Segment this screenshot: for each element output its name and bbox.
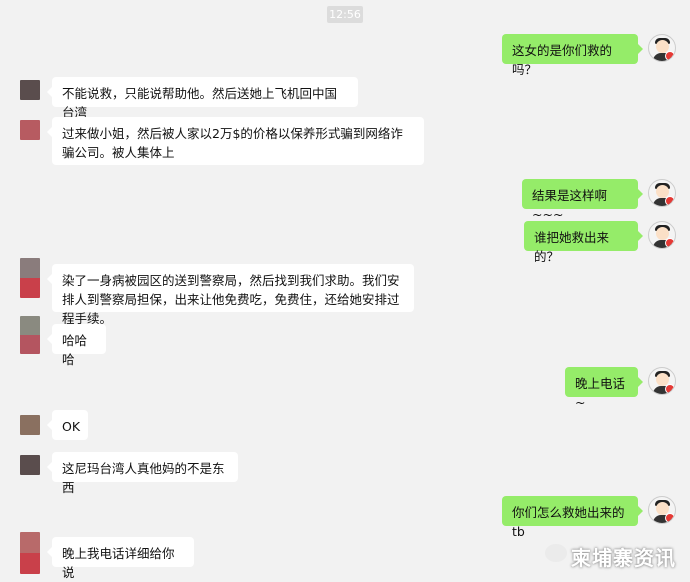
message-text: 染了一身病被园区的送到警察局，然后找到我们求助。我们安排人到警察局担保，出来让他… xyxy=(62,273,400,326)
user-avatar[interactable] xyxy=(648,367,676,395)
message-received[interactable]: 过来做小姐，然后被人家以2万$的价格以保养形式骗到网络诈骗公司。被人集体上 xyxy=(47,117,424,165)
contact-avatar[interactable] xyxy=(20,120,40,140)
message-text: 这女的是你们救的吗？ xyxy=(512,43,613,77)
contact-avatar[interactable] xyxy=(20,455,40,475)
message-sent[interactable]: 你们怎么救她出来的tb xyxy=(502,496,643,539)
contact-avatar[interactable] xyxy=(20,80,40,100)
message-text: 哈哈哈 xyxy=(62,333,88,367)
message-text: 这尼玛台湾人真他妈的不是东西 xyxy=(62,461,225,495)
user-avatar[interactable] xyxy=(648,179,676,207)
contact-avatar[interactable] xyxy=(20,532,40,574)
message-text: 不能说救，只能说帮助他。然后送她上飞机回中国台湾 xyxy=(62,86,338,120)
user-avatar[interactable] xyxy=(648,496,676,524)
message-text: 你们怎么救她出来的tb xyxy=(512,505,625,539)
message-received[interactable]: OK xyxy=(47,410,88,440)
message-received[interactable]: 晚上我电话详细给你说 xyxy=(47,537,194,580)
message-sent[interactable]: 谁把她救出来的？ xyxy=(524,221,643,264)
message-text: OK xyxy=(62,419,81,434)
message-received[interactable]: 染了一身病被园区的送到警察局，然后找到我们求助。我们安排人到警察局担保，出来让他… xyxy=(47,264,414,326)
message-received[interactable]: 这尼玛台湾人真他妈的不是东西 xyxy=(47,452,238,495)
message-sent[interactable]: 这女的是你们救的吗？ xyxy=(502,34,643,77)
weibo-logo-icon xyxy=(545,544,567,562)
contact-avatar[interactable] xyxy=(20,316,40,354)
message-sent[interactable]: 晚上电话~ xyxy=(565,367,643,410)
contact-avatar[interactable] xyxy=(20,415,40,435)
watermark: 柬埔寨资讯 xyxy=(545,540,687,570)
message-received[interactable]: 不能说救，只能说帮助他。然后送她上飞机回中国台湾 xyxy=(47,77,358,120)
timestamp: 12:56 xyxy=(327,6,363,23)
message-received[interactable]: 哈哈哈 xyxy=(47,324,106,367)
user-avatar[interactable] xyxy=(648,34,676,62)
message-text: 过来做小姐，然后被人家以2万$的价格以保养形式骗到网络诈骗公司。被人集体上 xyxy=(62,126,403,160)
message-text: 结果是这样啊~~~ xyxy=(532,188,608,222)
message-text: 晚上电话~ xyxy=(575,376,626,410)
message-text: 谁把她救出来的？ xyxy=(534,230,610,264)
message-text: 晚上我电话详细给你说 xyxy=(62,546,175,580)
contact-avatar[interactable] xyxy=(20,258,40,298)
watermark-text: 柬埔寨资讯 xyxy=(571,546,676,570)
user-avatar[interactable] xyxy=(648,221,676,249)
message-sent[interactable]: 结果是这样啊~~~ xyxy=(522,179,643,222)
